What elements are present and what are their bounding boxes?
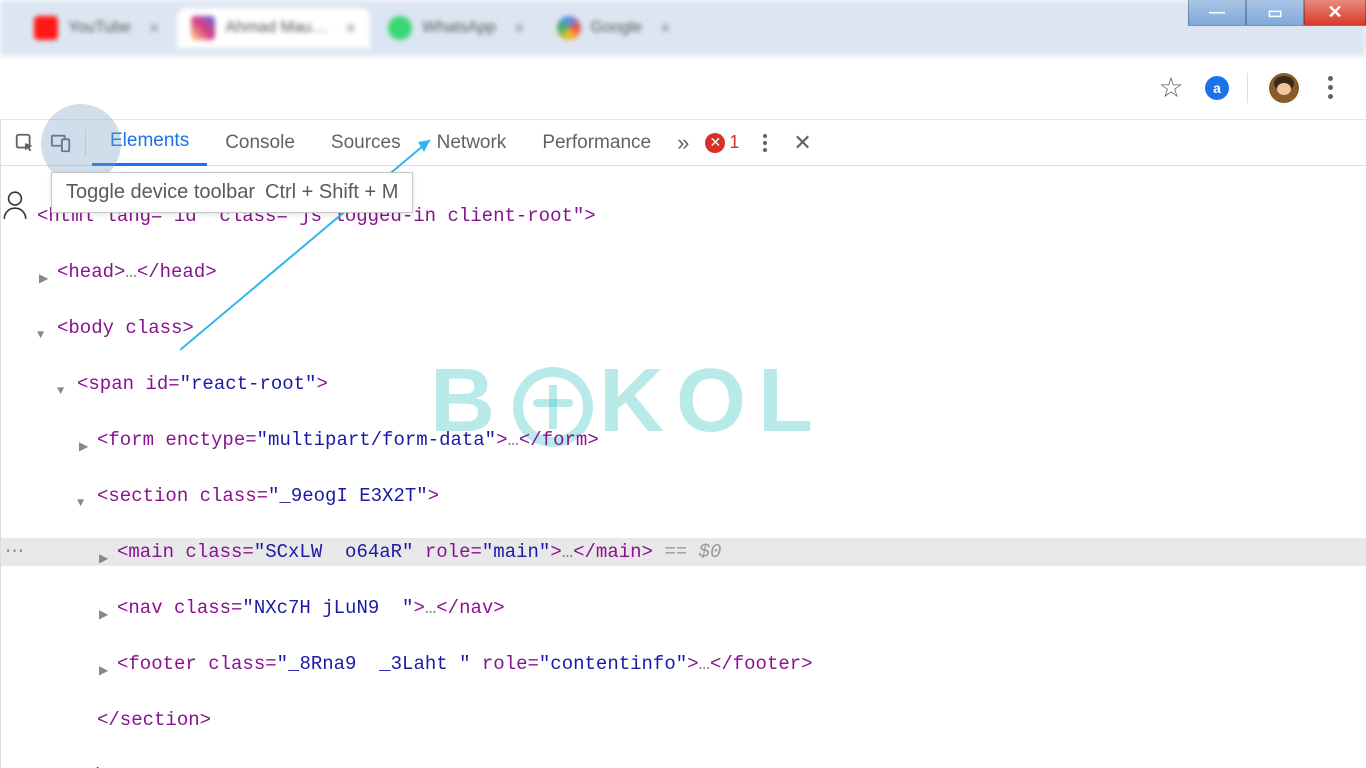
tab-title: WhatsApp (422, 19, 496, 37)
window-close-button[interactable]: ✕ (1304, 0, 1366, 26)
tooltip-label: Toggle device toolbar (66, 181, 255, 203)
main-split: ▴ Elements Console Sources Network Perfo… (0, 120, 1366, 768)
browser-tab-active[interactable]: Ahmad Mau… × (177, 8, 370, 48)
devtools-separator (85, 130, 86, 156)
dom-node-selected[interactable]: ⋯<main class="SCxLW o64aR" role="main">…… (1, 538, 1366, 566)
tab-title: Ahmad Mau… (225, 19, 327, 37)
browser-menu-button[interactable] (1310, 68, 1350, 108)
browser-tab[interactable]: WhatsApp × (374, 8, 538, 48)
devtools-tab-bar: Elements Console Sources Network Perform… (1, 120, 1366, 166)
devtools-panel: Elements Console Sources Network Perform… (1, 120, 1366, 768)
tab-title: YouTube (68, 19, 131, 37)
devtools-tab-network[interactable]: Network (419, 120, 525, 166)
browser-tab-strip: YouTube × Ahmad Mau… × WhatsApp × Google… (0, 0, 1366, 56)
devtools-settings-button[interactable] (747, 125, 783, 161)
tooltip: Toggle device toolbar Ctrl + Shift + M (51, 172, 413, 213)
window-controls: — ▭ ✕ (1188, 0, 1366, 30)
devtools-tab-performance[interactable]: Performance (524, 120, 669, 166)
kebab-icon (1328, 76, 1333, 99)
tab-close-icon[interactable]: × (346, 18, 357, 39)
dom-node[interactable]: </span> (1, 762, 1366, 768)
tab-close-icon[interactable]: × (660, 18, 671, 39)
dom-node[interactable]: <nav class="NXc7H jLuN9 ">…</nav> (1, 594, 1366, 622)
toolbar-divider (1247, 73, 1248, 103)
tab-title: Google (591, 19, 643, 37)
tab-close-icon[interactable]: × (514, 18, 525, 39)
browser-tab[interactable]: Google × (543, 8, 685, 48)
favicon-icon (191, 16, 215, 40)
tab-close-icon[interactable]: × (149, 18, 160, 39)
elements-tree[interactable]: <html lang="id" class="js logged-in clie… (1, 166, 1366, 768)
dom-node[interactable]: <head>…</head> (1, 258, 1366, 286)
favicon-icon (557, 16, 581, 40)
toggle-device-toolbar-button[interactable] (43, 125, 79, 161)
dom-node[interactable]: <body class> (1, 314, 1366, 342)
devtools-error-counter[interactable]: ✕1 (697, 132, 747, 153)
favicon-icon (388, 16, 412, 40)
window-minimize-button[interactable]: — (1188, 0, 1246, 26)
extension-icon: a (1205, 76, 1229, 100)
browser-toolbar: ☆ a (0, 56, 1366, 120)
devtools-close-button[interactable]: ✕ (783, 130, 821, 156)
dom-node[interactable]: <form enctype="multipart/form-data">…</f… (1, 426, 1366, 454)
dom-node[interactable]: <footer class="_8Rna9 _3Laht " role="con… (1, 650, 1366, 678)
browser-tab[interactable]: YouTube × (20, 8, 173, 48)
dom-node[interactable]: </section> (1, 706, 1366, 734)
tooltip-shortcut: Ctrl + Shift + M (265, 181, 398, 203)
dom-node[interactable]: <span id="react-root"> (1, 370, 1366, 398)
extension-button[interactable]: a (1197, 68, 1237, 108)
window-maximize-button[interactable]: ▭ (1246, 0, 1304, 26)
devtools-tab-sources[interactable]: Sources (313, 120, 419, 166)
error-icon: ✕ (705, 133, 725, 153)
devtools-tab-elements[interactable]: Elements (92, 120, 207, 166)
bookmark-star-button[interactable]: ☆ (1151, 68, 1191, 108)
devtools-tab-console[interactable]: Console (207, 120, 313, 166)
avatar-icon (1269, 73, 1299, 103)
profile-avatar-button[interactable] (1264, 68, 1304, 108)
favicon-icon (34, 16, 58, 40)
inspect-element-button[interactable] (7, 125, 43, 161)
dom-node[interactable]: <section class="_9eogI E3X2T"> (1, 482, 1366, 510)
devtools-tabs-overflow-button[interactable]: » (669, 130, 697, 156)
